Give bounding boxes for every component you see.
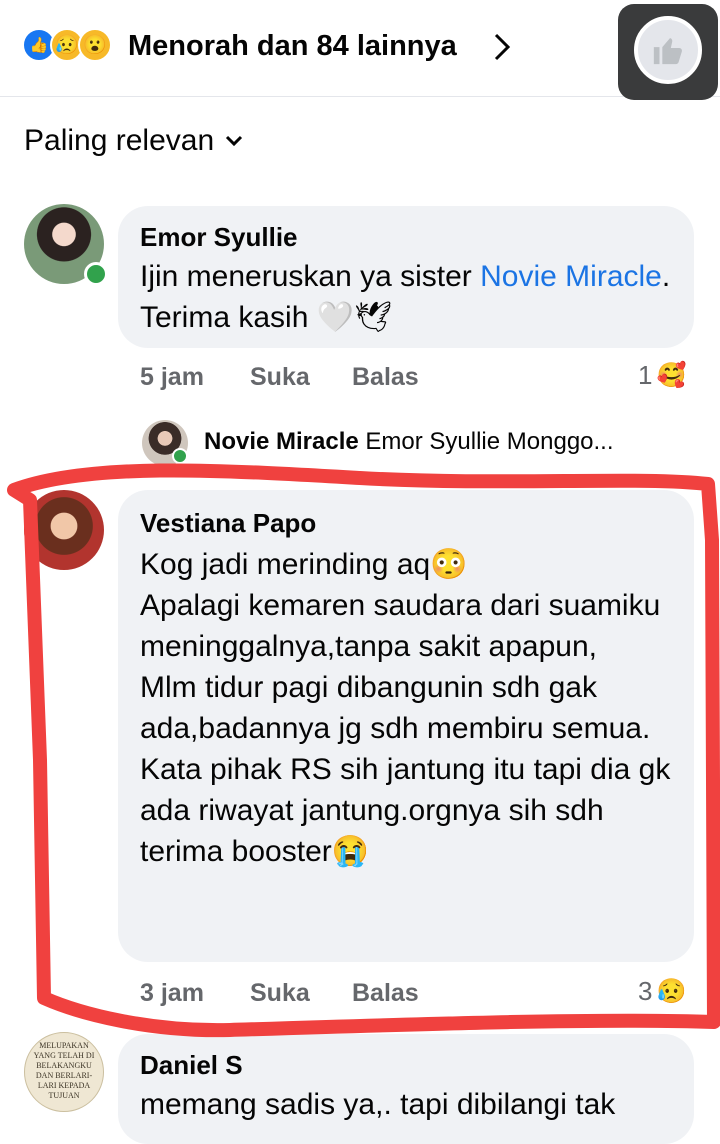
sad-icon: 😥	[656, 978, 687, 1005]
sort-label: Paling relevan	[24, 124, 215, 157]
chevron-right-icon[interactable]	[492, 32, 512, 62]
reply-preview[interactable]: Novie Miracle Emor Syullie Monggo...	[204, 428, 614, 456]
comment-text: Kog jadi merinding aq😳 Apalagi kemaren s…	[140, 548, 671, 868]
reply-link[interactable]: Balas	[352, 363, 419, 392]
like-link[interactable]: Suka	[250, 979, 310, 1008]
mention-link[interactable]: Novie Miracle	[480, 260, 662, 293]
reactions-header[interactable]: 👍 😥 😮 Menorah dan 84 lainnya	[0, 0, 720, 97]
commenter-name[interactable]: Vestiana Papo	[140, 508, 316, 539]
thumbs-up-icon	[634, 16, 702, 84]
reaction-count[interactable]: 1 🥰	[638, 360, 686, 391]
reply-snippet: Emor Syullie Monggo...	[365, 428, 614, 455]
avatar[interactable]: MELUPAKAN YANG TELAH DI BELAKANGKU DAN B…	[24, 1032, 104, 1112]
reply-author: Novie Miracle	[204, 428, 359, 455]
commenter-name[interactable]: Daniel S	[140, 1050, 243, 1081]
comment-bubble[interactable]: Vestiana Papo Kog jadi merinding aq😳 Apa…	[118, 490, 694, 962]
avatar-caption: MELUPAKAN YANG TELAH DI BELAKANGKU DAN B…	[33, 1041, 95, 1100]
avatar[interactable]	[24, 490, 104, 570]
reaction-count[interactable]: 3 😥	[638, 976, 686, 1007]
commenter-name[interactable]: Emor Syullie	[140, 222, 298, 253]
comment-time: 3 jam	[140, 979, 204, 1007]
reactions-summary[interactable]: Menorah dan 84 lainnya	[128, 30, 457, 63]
like-link[interactable]: Suka	[250, 363, 310, 392]
reply-link[interactable]: Balas	[352, 979, 419, 1008]
comment-time: 5 jam	[140, 363, 204, 391]
wow-icon: 😮	[78, 28, 112, 62]
comment-bubble[interactable]: Daniel S memang sadis ya,. tapi dibilang…	[118, 1034, 694, 1144]
online-status-dot	[172, 448, 188, 464]
like-button[interactable]	[618, 4, 718, 100]
comment-text: Ijin meneruskan ya sister Novie Miracle.…	[140, 260, 671, 334]
comment-text: memang sadis ya,. tapi dibilangi tak	[140, 1088, 616, 1121]
care-icon: 🥰	[656, 362, 687, 389]
reaction-icons: 👍 😥 😮	[22, 28, 112, 64]
online-status-dot	[84, 262, 108, 286]
chevron-down-icon	[226, 135, 243, 147]
comment-bubble[interactable]: Emor Syullie Ijin meneruskan ya sister N…	[118, 206, 694, 348]
sort-dropdown[interactable]: Paling relevan	[24, 124, 244, 158]
